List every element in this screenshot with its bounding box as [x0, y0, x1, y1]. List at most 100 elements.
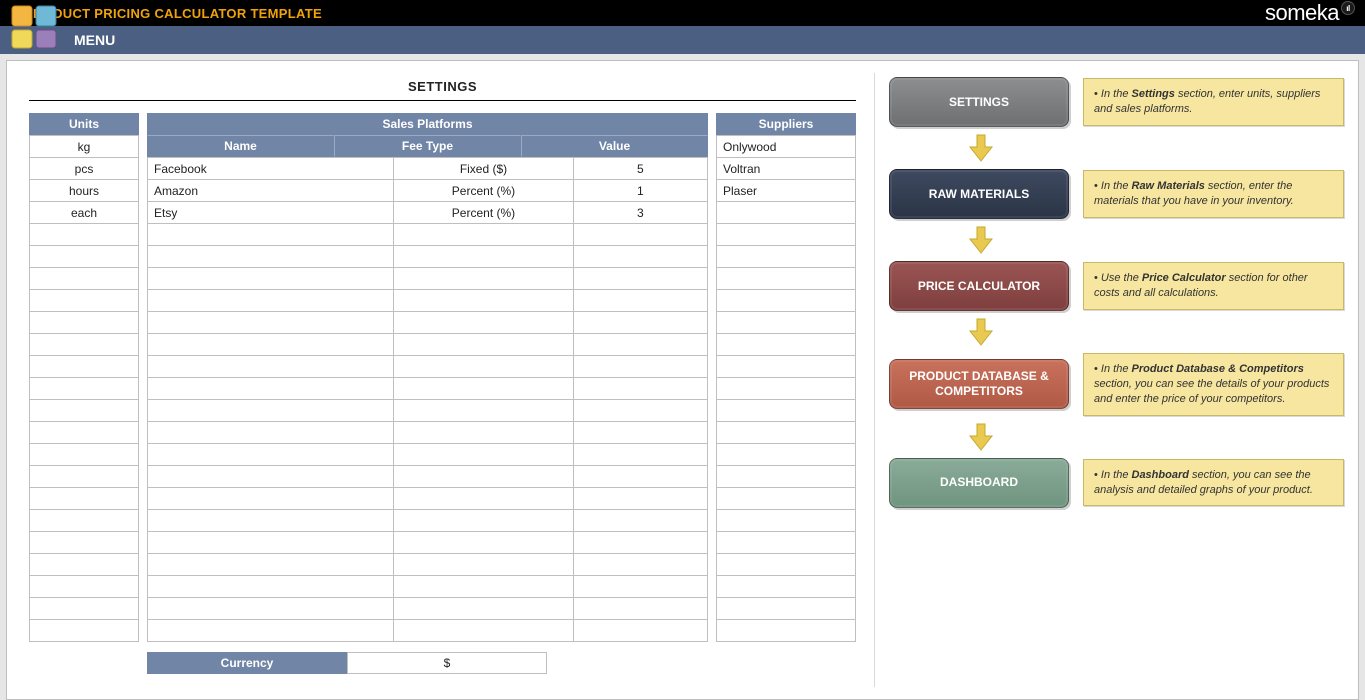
- cell[interactable]: [717, 532, 856, 554]
- cell[interactable]: [30, 422, 139, 444]
- cell[interactable]: [573, 312, 707, 334]
- cell[interactable]: [148, 422, 394, 444]
- cell[interactable]: [573, 290, 707, 312]
- cell[interactable]: Amazon: [148, 180, 394, 202]
- cell[interactable]: [30, 598, 139, 620]
- cell[interactable]: Etsy: [148, 202, 394, 224]
- nav-product-database-button[interactable]: PRODUCT DATABASE & COMPETITORS: [889, 359, 1069, 409]
- cell[interactable]: [717, 554, 856, 576]
- cell[interactable]: [573, 488, 707, 510]
- cell[interactable]: [148, 554, 394, 576]
- cell[interactable]: [30, 334, 139, 356]
- currency-value[interactable]: $: [347, 652, 547, 674]
- cell[interactable]: [394, 378, 573, 400]
- cell[interactable]: [148, 488, 394, 510]
- cell[interactable]: [30, 312, 139, 334]
- cell[interactable]: [717, 334, 856, 356]
- cell[interactable]: [573, 400, 707, 422]
- cell[interactable]: [717, 268, 856, 290]
- cell[interactable]: [148, 532, 394, 554]
- cell[interactable]: [148, 598, 394, 620]
- cell[interactable]: [573, 620, 707, 642]
- nav-raw-materials-button[interactable]: RAW MATERIALS: [889, 169, 1069, 219]
- cell[interactable]: [148, 576, 394, 598]
- cell[interactable]: [30, 400, 139, 422]
- cell[interactable]: Percent (%): [394, 180, 573, 202]
- cell[interactable]: [30, 554, 139, 576]
- cell[interactable]: [573, 466, 707, 488]
- cell[interactable]: [573, 422, 707, 444]
- cell[interactable]: [148, 224, 394, 246]
- cell[interactable]: Onlywood: [717, 136, 856, 158]
- nav-settings-button[interactable]: SETTINGS: [889, 77, 1069, 127]
- cell[interactable]: [394, 334, 573, 356]
- cell[interactable]: [394, 290, 573, 312]
- cell[interactable]: [30, 466, 139, 488]
- cell[interactable]: [30, 576, 139, 598]
- cell[interactable]: [394, 510, 573, 532]
- cell[interactable]: Fixed ($): [394, 158, 573, 180]
- cell[interactable]: [394, 400, 573, 422]
- cell[interactable]: [717, 488, 856, 510]
- cell[interactable]: [573, 268, 707, 290]
- cell[interactable]: [394, 598, 573, 620]
- cell[interactable]: Facebook: [148, 158, 394, 180]
- cell[interactable]: [573, 598, 707, 620]
- cell[interactable]: [717, 202, 856, 224]
- cell[interactable]: [717, 312, 856, 334]
- cell[interactable]: [573, 444, 707, 466]
- cell[interactable]: [394, 268, 573, 290]
- cell[interactable]: [148, 444, 394, 466]
- cell[interactable]: [717, 422, 856, 444]
- cell[interactable]: [394, 224, 573, 246]
- cell[interactable]: [573, 510, 707, 532]
- cell[interactable]: [717, 378, 856, 400]
- cell[interactable]: 1: [573, 180, 707, 202]
- cell[interactable]: [394, 444, 573, 466]
- cell[interactable]: each: [30, 202, 139, 224]
- cell[interactable]: [717, 400, 856, 422]
- cell[interactable]: [394, 246, 573, 268]
- cell[interactable]: Voltran: [717, 158, 856, 180]
- cell[interactable]: [148, 466, 394, 488]
- cell[interactable]: Percent (%): [394, 202, 573, 224]
- cell[interactable]: pcs: [30, 158, 139, 180]
- cell[interactable]: 3: [573, 202, 707, 224]
- cell[interactable]: [30, 444, 139, 466]
- cell[interactable]: [30, 290, 139, 312]
- cell[interactable]: [148, 400, 394, 422]
- cell[interactable]: [30, 246, 139, 268]
- cell[interactable]: [394, 422, 573, 444]
- cell[interactable]: [573, 334, 707, 356]
- cell[interactable]: [30, 532, 139, 554]
- cell[interactable]: [148, 268, 394, 290]
- cell[interactable]: [148, 378, 394, 400]
- cell[interactable]: [30, 510, 139, 532]
- cell[interactable]: kg: [30, 136, 139, 158]
- cell[interactable]: [573, 576, 707, 598]
- cell[interactable]: [148, 246, 394, 268]
- cell[interactable]: [717, 510, 856, 532]
- cell[interactable]: [394, 466, 573, 488]
- cell[interactable]: [394, 312, 573, 334]
- cell[interactable]: Plaser: [717, 180, 856, 202]
- cell[interactable]: [717, 598, 856, 620]
- cell[interactable]: [394, 488, 573, 510]
- cell[interactable]: [573, 246, 707, 268]
- cell[interactable]: [573, 378, 707, 400]
- cell[interactable]: [30, 224, 139, 246]
- cell[interactable]: 5: [573, 158, 707, 180]
- cell[interactable]: [394, 532, 573, 554]
- nav-price-calculator-button[interactable]: PRICE CALCULATOR: [889, 261, 1069, 311]
- cell[interactable]: [30, 488, 139, 510]
- cell[interactable]: [717, 356, 856, 378]
- nav-dashboard-button[interactable]: DASHBOARD: [889, 458, 1069, 508]
- cell[interactable]: [394, 356, 573, 378]
- cell[interactable]: [30, 356, 139, 378]
- cell[interactable]: [148, 290, 394, 312]
- cell[interactable]: [394, 620, 573, 642]
- cell[interactable]: [30, 268, 139, 290]
- cell[interactable]: [394, 554, 573, 576]
- cell[interactable]: [148, 334, 394, 356]
- cell[interactable]: [717, 444, 856, 466]
